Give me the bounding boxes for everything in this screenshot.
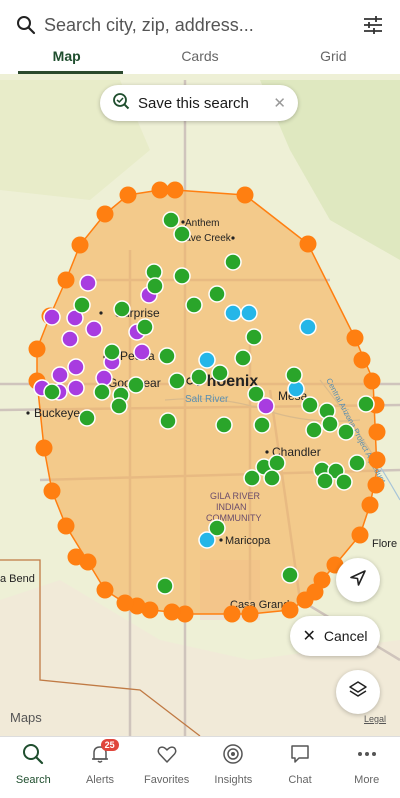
nav-label: Chat [288,774,312,786]
search-bar[interactable]: Search city, zip, address... [14,8,386,42]
close-icon[interactable]: ✕ [273,94,286,112]
filter-icon[interactable] [360,12,386,38]
nav-label: Search [15,774,51,786]
search-icon [22,743,44,770]
legal-link[interactable]: Legal [364,714,386,724]
maps-brand-label: Maps [10,710,42,725]
nav-chat[interactable]: Chat [267,737,334,798]
heart-icon [156,743,178,770]
view-tabs: Map Cards Grid [0,48,400,74]
nav-label: Alerts [85,774,115,786]
tab-map[interactable]: Map [0,48,133,74]
more-icon [356,743,378,770]
cancel-label: Cancel [323,628,368,644]
nav-label: Insights [214,774,253,786]
search-input[interactable]: Search city, zip, address... [44,15,360,36]
close-icon: ✕ [302,628,316,645]
header: Search city, zip, address... Map Cards G… [0,0,400,74]
map-label-gila-2: INDIAN [216,502,247,512]
map-label-gila-bend: a Bend [0,573,35,585]
tab-grid[interactable]: Grid [267,48,400,74]
nav-favorites[interactable]: Favorites [133,737,200,798]
save-search-icon [112,92,130,115]
cancel-button[interactable]: ✕ Cancel [290,616,380,656]
nav-insights[interactable]: Insights [200,737,267,798]
map-label-gila-1: GILA RIVER [210,491,261,501]
nav-more[interactable]: More [333,737,400,798]
search-icon [14,13,38,37]
layers-button[interactable] [336,670,380,714]
map-label-anthem: Anthem [185,218,219,229]
map-label-salt-river: Salt River [185,394,229,405]
bottom-nav: Search 25 Alerts Favorites Insights Chat… [0,736,400,798]
insights-icon [222,743,244,770]
nav-label: More [354,774,380,786]
map-label-buckeye: Buckeye [34,406,80,420]
layers-icon [348,680,368,705]
chat-icon [289,743,311,770]
save-search-button[interactable]: Save this search ✕ [100,85,298,121]
alerts-badge: 25 [100,739,119,751]
map-label-maricopa: Maricopa [225,535,271,547]
nav-alerts[interactable]: 25 Alerts [67,737,134,798]
map-label-florence: Flore [372,538,397,550]
location-arrow-icon [349,569,367,592]
maps-attribution: Maps [10,710,42,725]
tab-cards[interactable]: Cards [133,48,266,74]
nav-label: Favorites [144,774,190,786]
location-button[interactable] [336,558,380,602]
nav-search[interactable]: Search [0,737,67,798]
save-search-label: Save this search [138,94,249,112]
